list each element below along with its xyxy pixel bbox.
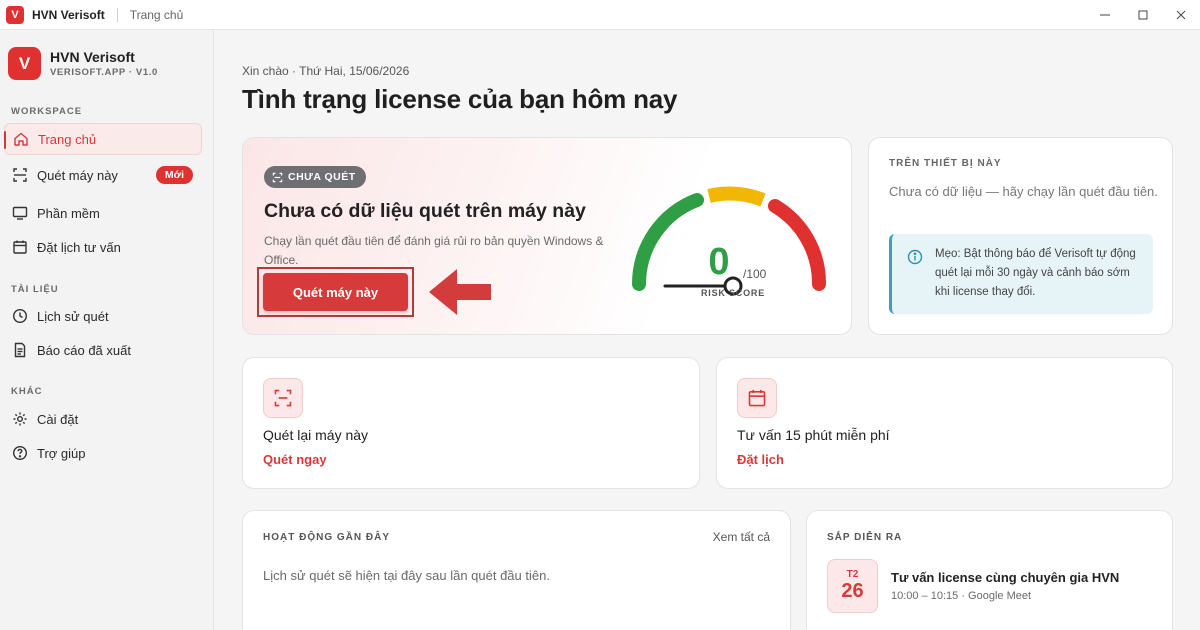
gauge-arc-low (632, 193, 704, 291)
scan-icon (272, 172, 283, 183)
rescan-title: Quét lại máy này (263, 427, 369, 443)
sidebar-item-label: Báo cáo đã xuất (37, 342, 131, 358)
event-title[interactable]: Tư vấn license cùng chuyên gia HVN (891, 570, 1119, 585)
title-divider (116, 7, 118, 22)
sidebar-item-reports[interactable]: Báo cáo đã xuất (4, 334, 202, 366)
hero-title: Chưa có dữ liệu quét trên máy này (264, 200, 586, 222)
risk-score-gauge: 0 /100 RISK SCORE (632, 186, 827, 298)
scan-status-card: CHƯA QUÉT Chưa có dữ liệu quét trên máy … (242, 137, 852, 335)
sidebar-item-label: Lịch sử quét (37, 308, 109, 324)
title-bar: V HVN Verisoft Trang chủ (0, 0, 1200, 30)
greeting: Xin chào · Thứ Hai, 15/06/2026 (242, 64, 410, 78)
new-badge: Mới (155, 166, 193, 184)
gauge-arc-high (768, 199, 827, 291)
recent-activity-heading: HOẠT ĐỘNG GẦN ĐÂY (263, 532, 390, 543)
sidebar-item-label: Cài đặt (37, 411, 79, 427)
monitor-icon (11, 204, 29, 222)
gauge-arc-medium (707, 186, 766, 207)
event-day-of-week: T2 (846, 569, 859, 580)
info-icon (907, 249, 923, 270)
main-content: Xin chào · Thứ Hai, 15/06/2026 Tình trạn… (214, 30, 1200, 630)
gauge-label: RISK SCORE (701, 288, 765, 298)
app-name: HVN Verisoft (32, 7, 105, 22)
sidebar-item-scan-history[interactable]: Lịch sử quét (4, 300, 202, 332)
event-time: 10:00 – 10:15 · Google Meet (891, 590, 1032, 602)
brand-logo-icon: V (8, 47, 41, 80)
status-badge: CHƯA QUÉT (264, 166, 366, 188)
tip-box: Mẹo: Bật thông báo để Verisoft tự động q… (889, 234, 1153, 314)
calendar-icon (737, 378, 777, 418)
page-title: Tình trạng license của bạn hôm nay (242, 84, 678, 114)
status-badge-label: CHƯA QUÉT (288, 171, 356, 183)
consult-title: Tư vấn 15 phút miễn phí (737, 427, 890, 443)
device-card-heading: TRÊN THIẾT BỊ NÀY (889, 158, 1002, 169)
event-date-badge: T2 26 (827, 559, 878, 613)
sidebar-item-label: Trang chủ (38, 131, 97, 147)
gauge-max: /100 (743, 267, 767, 281)
scan-icon (263, 378, 303, 418)
sidebar-item-booking[interactable]: Đặt lịch tư vấn (4, 231, 202, 263)
close-icon (1176, 10, 1186, 20)
sidebar-item-label: Phần mềm (37, 205, 100, 221)
sidebar-item-scan[interactable]: Quét máy này Mới (4, 159, 202, 191)
upcoming-card: SẮP DIỄN RA T2 26 Tư vấn license cùng ch… (806, 510, 1173, 630)
sidebar-item-label: Trợ giúp (37, 445, 86, 461)
event-day: 26 (841, 580, 864, 602)
brand: V HVN Verisoft VERISOFT.APP · V1.0 (8, 47, 158, 80)
sidebar-item-home[interactable]: Trang chủ (4, 123, 202, 155)
sidebar-item-label: Quét máy này (37, 167, 118, 183)
gear-icon (11, 410, 29, 428)
home-icon (12, 130, 30, 148)
brand-name: HVN Verisoft (50, 49, 135, 65)
section-label-other: KHÁC (11, 386, 43, 397)
sidebar-item-software[interactable]: Phần mềm (4, 197, 202, 229)
hero-description: Chạy lần quét đầu tiên để đánh giá rủi r… (264, 234, 604, 267)
see-all-link[interactable]: Xem tất cả (713, 530, 770, 544)
document-icon (11, 341, 29, 359)
sidebar-item-settings[interactable]: Cài đặt (4, 403, 202, 435)
minimize-icon (1100, 14, 1110, 16)
sidebar-item-label: Đặt lịch tư vấn (37, 239, 121, 255)
device-card: TRÊN THIẾT BỊ NÀY Chưa có dữ liệu — hãy … (868, 137, 1173, 335)
maximize-icon (1138, 10, 1148, 20)
book-link[interactable]: Đặt lịch (737, 452, 784, 467)
calendar-icon (11, 238, 29, 256)
close-button[interactable] (1162, 0, 1200, 30)
maximize-button[interactable] (1124, 0, 1162, 30)
activity-empty-text: Lịch sử quét sẽ hiện tại đây sau lần qué… (263, 568, 550, 583)
recent-activity-card: HOẠT ĐỘNG GẦN ĐÂY Xem tất cả Lịch sử qué… (242, 510, 791, 630)
tip-text: Mẹo: Bật thông báo để Verisoft tự động q… (935, 248, 1136, 298)
app-logo-icon: V (6, 5, 24, 24)
gauge-score: 0 (708, 241, 729, 283)
sidebar: V HVN Verisoft VERISOFT.APP · V1.0 WORKS… (0, 30, 214, 630)
minimize-button[interactable] (1086, 0, 1124, 30)
arrow-left-icon (429, 269, 491, 315)
upcoming-heading: SẮP DIỄN RA (827, 532, 903, 543)
rescan-card[interactable]: Quét lại máy này Quét ngay (242, 357, 700, 489)
consult-card[interactable]: Tư vấn 15 phút miễn phí Đặt lịch (716, 357, 1173, 489)
scan-now-link[interactable]: Quét ngay (263, 452, 327, 467)
device-card-text: Chưa có dữ liệu — hãy chạy lần quét đầu … (889, 184, 1158, 199)
section-label-documents: TÀI LIỆU (11, 284, 59, 295)
history-icon (11, 307, 29, 325)
scan-icon (11, 166, 29, 184)
current-page-title: Trang chủ (129, 7, 184, 22)
window-controls (1086, 0, 1200, 30)
help-icon (11, 444, 29, 462)
scan-this-machine-button[interactable]: Quét máy này (263, 273, 408, 311)
section-label-workspace: WORKSPACE (11, 106, 83, 117)
brand-subtitle: VERISOFT.APP · V1.0 (50, 67, 158, 78)
sidebar-item-help[interactable]: Trợ giúp (4, 437, 202, 469)
